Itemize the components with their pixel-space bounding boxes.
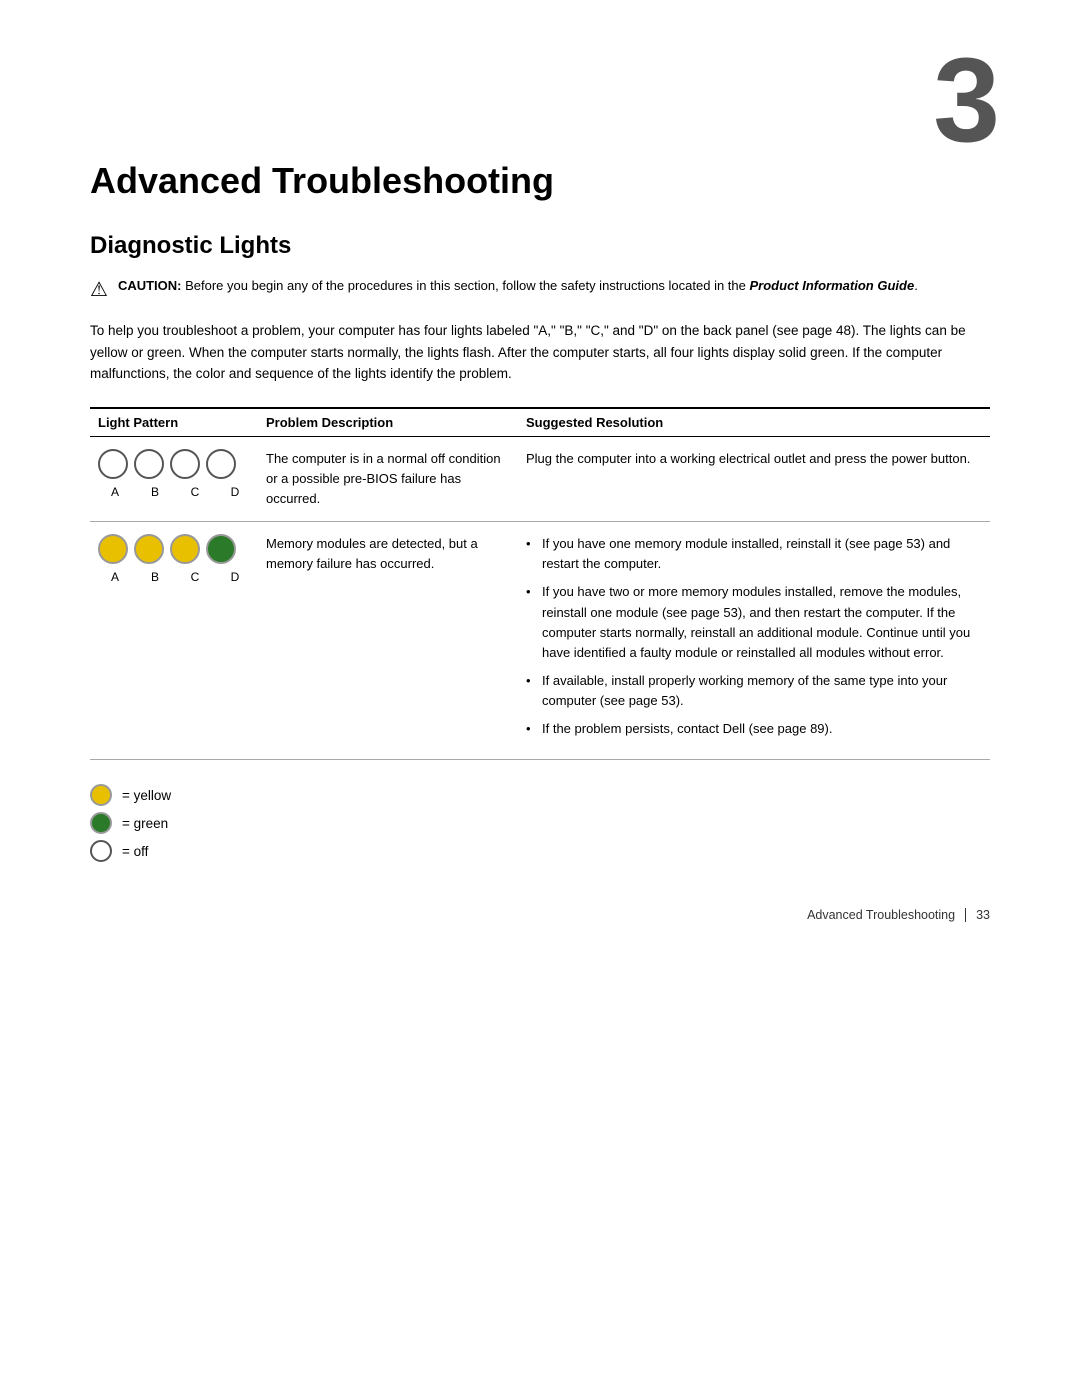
problem-cell-1: Memory modules are detected, but a memor… (258, 522, 518, 760)
legend: = yellow = green = off (90, 784, 990, 862)
legend-label-yellow: = yellow (122, 788, 171, 803)
table-header-problem: Problem Description (258, 408, 518, 437)
legend-label-off: = off (122, 844, 148, 859)
caution-text: CAUTION: Before you begin any of the pro… (118, 276, 918, 296)
light-0-3 (206, 449, 236, 479)
chapter-title: Advanced Troubleshooting (90, 160, 990, 202)
light-1-1 (134, 534, 164, 564)
light-1-3 (206, 534, 236, 564)
resolution-bullet: If you have two or more memory modules i… (526, 582, 982, 663)
table-header-pattern: Light Pattern (90, 408, 258, 437)
table-row: ABCDMemory modules are detected, but a m… (90, 522, 990, 760)
caution-icon: ⚠ (90, 277, 108, 302)
caution-body-text: Before you begin any of the procedures i… (185, 278, 746, 293)
legend-label-green: = green (122, 816, 168, 831)
caution-label: CAUTION: (118, 278, 182, 293)
caution-guide: Product Information Guide (750, 278, 915, 293)
legend-circle-yellow (90, 784, 112, 806)
resolution-cell-0: Plug the computer into a working electri… (518, 436, 990, 521)
caution-box: ⚠ CAUTION: Before you begin any of the p… (90, 276, 990, 302)
legend-item-off: = off (90, 840, 990, 862)
table-row: ABCDThe computer is in a normal off cond… (90, 436, 990, 521)
chapter-number: 3 (933, 40, 1000, 160)
resolution-cell-1: If you have one memory module installed,… (518, 522, 990, 760)
footer-text: Advanced Troubleshooting (807, 908, 955, 922)
light-1-0 (98, 534, 128, 564)
problem-cell-0: The computer is in a normal off conditio… (258, 436, 518, 521)
footer: Advanced Troubleshooting 33 (807, 908, 990, 922)
footer-divider (965, 908, 966, 922)
diagnostic-table: Light Pattern Problem Description Sugges… (90, 407, 990, 761)
body-paragraph: To help you troubleshoot a problem, your… (90, 320, 990, 385)
footer-page: 33 (976, 908, 990, 922)
resolution-bullet: If you have one memory module installed,… (526, 534, 982, 574)
legend-circle-green (90, 812, 112, 834)
light-pattern-cell-1: ABCD (90, 522, 258, 760)
light-0-1 (134, 449, 164, 479)
page: 3 Advanced Troubleshooting Diagnostic Li… (0, 0, 1080, 962)
section-title: Diagnostic Lights (90, 232, 990, 260)
table-header-resolution: Suggested Resolution (518, 408, 990, 437)
light-1-2 (170, 534, 200, 564)
legend-item-green: = green (90, 812, 990, 834)
light-pattern-cell-0: ABCD (90, 436, 258, 521)
resolution-bullet: If available, install properly working m… (526, 671, 982, 711)
light-0-2 (170, 449, 200, 479)
resolution-bullet: If the problem persists, contact Dell (s… (526, 719, 982, 739)
light-0-0 (98, 449, 128, 479)
legend-item-yellow: = yellow (90, 784, 990, 806)
legend-circle-off (90, 840, 112, 862)
